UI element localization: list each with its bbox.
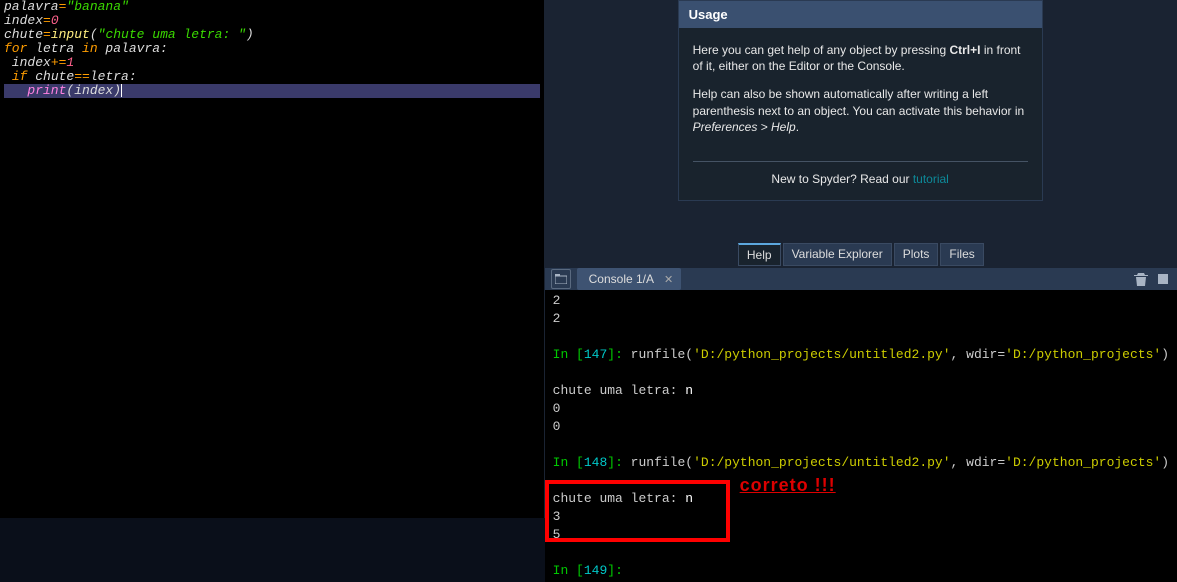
console-line: 5 (553, 526, 1169, 544)
console-line (553, 328, 1169, 346)
trash-icon[interactable] (1133, 271, 1149, 287)
console-line: 2 (553, 292, 1169, 310)
stop-icon[interactable] (1155, 271, 1171, 287)
console-line: In [148]: runfile('D:/python_projects/un… (553, 454, 1169, 472)
console-tab-label: Console 1/A (589, 272, 654, 286)
usage-p1: Here you can get help of any object by p… (693, 42, 1028, 74)
console-line: 0 (553, 400, 1169, 418)
usage-body: Here you can get help of any object by p… (679, 28, 1042, 157)
usage-footer: New to Spyder? Read our tutorial (679, 162, 1042, 200)
console-line: chute uma letra: n (553, 490, 1169, 508)
code-line[interactable]: chute=input("chute uma letra: ") (4, 28, 540, 42)
tutorial-link[interactable]: tutorial (913, 172, 949, 186)
console-line: In [149]: (553, 562, 1169, 580)
console-line (553, 472, 1169, 490)
help-panel: Usage Here you can get help of any objec… (545, 0, 1177, 268)
annotation-text: correto !!! (740, 476, 836, 494)
tab-files[interactable]: Files (940, 243, 983, 266)
code-line[interactable]: index=0 (4, 14, 540, 28)
panel-tabs: Help Variable Explorer Plots Files (545, 243, 1177, 268)
code-line[interactable]: palavra="banana" (4, 0, 540, 14)
usage-p2: Help can also be shown automatically aft… (693, 86, 1028, 135)
close-icon[interactable]: ✕ (664, 273, 673, 286)
right-pane: Usage Here you can get help of any objec… (545, 0, 1177, 518)
usage-title: Usage (679, 1, 1042, 28)
usage-box: Usage Here you can get help of any objec… (678, 0, 1043, 201)
tab-help[interactable]: Help (738, 243, 781, 266)
console-toolbar: Console 1/A ✕ (545, 268, 1177, 290)
console-line (553, 436, 1169, 454)
console-line: In [147]: runfile('D:/python_projects/un… (553, 346, 1169, 364)
browse-tabs-icon[interactable] (551, 269, 571, 289)
code-line[interactable]: index+=1 (4, 56, 540, 70)
code-line[interactable]: for letra in palavra: (4, 42, 540, 56)
console-output[interactable]: correto !!! 22 In [147]: runfile('D:/pyt… (545, 290, 1177, 582)
console-line (553, 364, 1169, 382)
console-line: chute uma letra: n (553, 382, 1169, 400)
code-line[interactable]: if chute==letra: (4, 70, 540, 84)
console-line: 0 (553, 418, 1169, 436)
console-tab[interactable]: Console 1/A ✕ (577, 268, 682, 290)
console-line (553, 544, 1169, 562)
code-editor-pane[interactable]: palavra="banana"index=0chute=input("chut… (0, 0, 545, 518)
tab-variable-explorer[interactable]: Variable Explorer (783, 243, 892, 266)
console-line: 2 (553, 310, 1169, 328)
code-line[interactable]: print(index) (4, 84, 540, 98)
code-area[interactable]: palavra="banana"index=0chute=input("chut… (0, 0, 544, 98)
tab-plots[interactable]: Plots (894, 243, 939, 266)
console-line: 3 (553, 508, 1169, 526)
